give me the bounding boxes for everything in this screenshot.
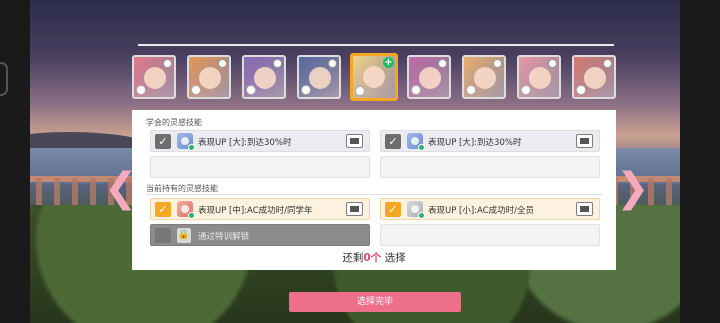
card-thumbnail[interactable]: [297, 55, 341, 99]
skill-icon: [177, 201, 195, 219]
type-icon: [246, 85, 256, 95]
current-skill-slot[interactable]: ✓ 表现UP [小]:AC成功时/全员: [380, 198, 600, 220]
card-portrait: [309, 67, 331, 89]
confirm-button[interactable]: 选择完毕: [289, 292, 461, 312]
check-icon[interactable]: ✓: [385, 202, 401, 217]
lock-icon: 🔒: [177, 228, 191, 243]
card-portrait: [529, 67, 551, 89]
attribute-icon: [603, 59, 612, 68]
empty-skill-slot[interactable]: [380, 156, 600, 178]
info-icon[interactable]: [346, 134, 363, 148]
plus-icon: +: [383, 57, 394, 68]
type-icon: [576, 85, 586, 95]
type-icon: [411, 85, 421, 95]
remaining-number: 0个: [363, 252, 382, 264]
card-portrait: [144, 67, 166, 89]
side-handle[interactable]: [0, 62, 8, 96]
learned-skill-slot[interactable]: ✓ 表现UP [大]:到达30%时: [150, 130, 370, 152]
skill-icon: [407, 133, 425, 151]
next-arrow-icon[interactable]: ❯: [616, 168, 650, 208]
skill-text: 表现UP [大]:到达30%时: [198, 138, 292, 148]
right-device-edge: [680, 0, 720, 323]
check-icon[interactable]: ✓: [155, 202, 171, 217]
type-icon: [466, 85, 476, 95]
skill-icon: [177, 133, 195, 151]
card-thumbnail[interactable]: [572, 55, 616, 99]
current-skill-slot[interactable]: ✓ 表现UP [中]:AC成功时/同学年: [150, 198, 370, 220]
locked-skill-slot: 🔒 通过特训解锁: [150, 224, 370, 246]
attribute-icon: [493, 59, 502, 68]
attribute-icon: [328, 59, 337, 68]
attribute-icon: [273, 59, 282, 68]
type-icon: [136, 85, 146, 95]
card-selected[interactable]: +: [350, 53, 398, 101]
card-thumbnail[interactable]: [187, 55, 231, 99]
learned-skill-slot[interactable]: ✓ 表现UP [大]:到达30%时: [380, 130, 600, 152]
type-icon: [355, 86, 365, 96]
locked-check-icon: [155, 228, 171, 243]
skill-icon: [407, 201, 425, 219]
skill-panel: 学会的灵感技能 ✓ 表现UP [大]:到达30%时 ✓ 表现UP [大]:到达3…: [132, 110, 616, 270]
skill-text: 表现UP [大]:到达30%时: [428, 138, 522, 148]
card-portrait: [419, 67, 441, 89]
attribute-icon: [163, 59, 172, 68]
attribute-icon: [548, 59, 557, 68]
attribute-icon: [218, 59, 227, 68]
info-icon[interactable]: [346, 202, 363, 216]
current-skills-label: 当前持有的灵感技能: [146, 184, 218, 193]
skill-text: 表现UP [中]:AC成功时/同学年: [198, 206, 313, 216]
card-thumbnail[interactable]: [132, 55, 176, 99]
info-icon[interactable]: [576, 202, 593, 216]
card-strip-divider: [138, 44, 614, 46]
card-thumbnail[interactable]: [242, 55, 286, 99]
check-icon[interactable]: ✓: [385, 134, 401, 149]
skill-text: 表现UP [小]:AC成功时/全员: [428, 206, 535, 216]
card-thumbnail[interactable]: [462, 55, 506, 99]
empty-skill-slot[interactable]: [150, 156, 370, 178]
empty-skill-slot[interactable]: [380, 224, 600, 246]
card-portrait: [474, 67, 496, 89]
section-divider: [146, 194, 602, 195]
card-portrait: [199, 67, 221, 89]
card-thumbnail[interactable]: [517, 55, 561, 99]
type-icon: [301, 85, 311, 95]
card-portrait: [254, 67, 276, 89]
remaining-count: 还剩0个 选择: [342, 252, 406, 264]
attribute-icon: [438, 59, 447, 68]
learned-skills-label: 学会的灵感技能: [146, 118, 202, 127]
left-device-edge: [0, 0, 30, 323]
card-thumbnail[interactable]: [407, 55, 451, 99]
check-icon[interactable]: ✓: [155, 134, 171, 149]
card-portrait: [584, 67, 606, 89]
locked-text: 通过特训解锁: [198, 232, 250, 242]
card-portrait: [363, 66, 385, 88]
info-icon[interactable]: [576, 134, 593, 148]
type-icon: [191, 85, 201, 95]
type-icon: [521, 85, 531, 95]
prev-arrow-icon[interactable]: ❮: [104, 168, 138, 208]
